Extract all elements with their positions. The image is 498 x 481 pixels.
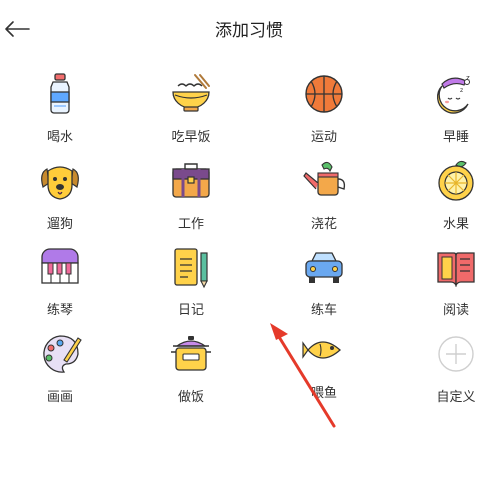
habit-item-water[interactable]: 喝水 [12,72,108,152]
car-icon [305,252,343,283]
habit-item-walk-dog[interactable]: 遛狗 [12,159,108,239]
habit-item-breakfast[interactable]: 吃早饭 [143,72,239,152]
habit-label: 喝水 [46,130,73,145]
briefcase-icon [172,163,210,198]
habit-label: 画画 [46,390,73,405]
dog-icon [41,166,79,200]
water-bottle-icon [50,73,70,114]
habit-label: 自定义 [436,390,476,405]
header-bar: 添加习惯 [0,0,498,56]
habit-item-feed-fish[interactable]: 喂鱼 [276,328,372,408]
noodle-bowl-icon [172,74,210,112]
habit-label: 吃早饭 [171,130,211,145]
habit-label: 练车 [310,303,337,318]
habit-label: 运动 [310,130,337,145]
habit-label: 练琴 [46,303,73,318]
fish-icon [302,341,341,359]
habit-label: 水果 [442,217,469,232]
cooking-pot-icon [171,336,211,371]
add-circle-icon [438,336,474,372]
watering-can-icon [303,161,346,196]
lemon-icon [438,160,474,201]
habit-label: 遛狗 [46,217,73,232]
habit-item-painting[interactable]: 画画 [12,332,108,412]
page-title: 添加习惯 [215,21,283,41]
svg-text:z: z [466,74,470,82]
habit-item-reading[interactable]: 阅读 [408,245,498,325]
habit-item-driving[interactable]: 练车 [276,245,372,325]
sleeping-moon-icon: z z [436,74,470,114]
habit-item-sleep[interactable]: z z 早睡 [408,72,498,152]
habit-item-diary[interactable]: 日记 [143,245,239,325]
habit-item-exercise[interactable]: 运动 [276,72,372,152]
habit-item-cooking[interactable]: 做饭 [143,332,239,412]
open-book-icon [437,252,475,288]
habit-item-custom[interactable]: 自定义 [408,332,498,412]
habit-item-water-plants[interactable]: 浇花 [276,159,372,239]
habit-item-work[interactable]: 工作 [143,159,239,239]
habit-label: 日记 [177,303,204,318]
habit-label: 做饭 [177,390,204,405]
habit-label: 阅读 [442,303,469,318]
habit-label: 浇花 [310,217,337,232]
habit-label: 工作 [177,217,204,232]
basketball-icon [305,75,343,113]
habit-item-piano[interactable]: 练琴 [12,245,108,325]
habit-item-fruit[interactable]: 水果 [408,159,498,239]
habit-label: 喂鱼 [310,386,337,401]
piano-icon [41,248,79,284]
paint-palette-icon [43,335,82,373]
notebook-pencil-icon [174,248,208,289]
habit-label: 早睡 [442,130,469,145]
svg-text:z: z [460,87,463,94]
